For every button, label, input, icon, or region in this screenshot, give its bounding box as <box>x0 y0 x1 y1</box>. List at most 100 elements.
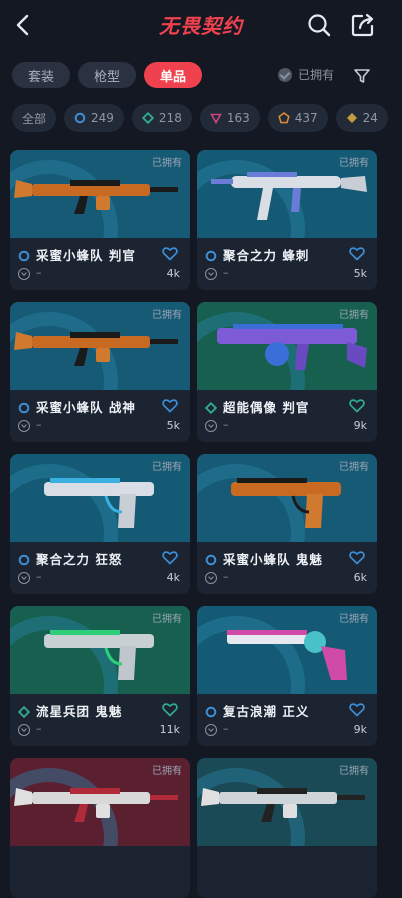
chevron-circle-icon <box>18 724 30 736</box>
chevron-circle-icon <box>205 572 217 584</box>
skin-name: 聚合之力 蜂刺 <box>223 248 310 263</box>
chevron-circle-icon <box>205 420 217 432</box>
favorite-count: 11k <box>159 723 180 736</box>
owned-filter-label: 已拥有 <box>298 68 335 82</box>
skin-variant: – <box>223 266 229 279</box>
owned-tag: 已拥有 <box>152 462 182 473</box>
favorite-count: 9k <box>353 419 367 432</box>
skin-card[interactable]: 已拥有流星兵团 鬼魅 – 11k <box>10 606 190 746</box>
tier-chip-label: 249 <box>91 111 114 125</box>
tier-filter-bar: 全部 249 218 163 437 24 <box>12 104 402 134</box>
tier-chip-all[interactable]: 全部 <box>12 104 57 132</box>
skin-card[interactable]: 已拥有聚合之力 狂怒 – 4k <box>10 454 190 594</box>
tier-chip[interactable]: 218 <box>131 104 192 132</box>
tier-chip-label: 24 <box>362 111 378 125</box>
owned-tag: 已拥有 <box>152 614 182 625</box>
top-bar: 无畏契约 <box>0 0 402 50</box>
skin-card[interactable]: 已拥有超能偶像 判官 – 9k <box>197 302 377 442</box>
skin-variant: – <box>223 570 229 583</box>
owned-tag: 已拥有 <box>339 614 369 625</box>
search-icon[interactable] <box>306 12 332 38</box>
skin-card[interactable]: 已拥有采蜜小蜂队 战神 – 5k <box>10 302 190 442</box>
tier-select-icon <box>74 112 86 124</box>
skin-info: 聚合之力 蜂刺 – 5k <box>197 238 377 290</box>
owned-tag: 已拥有 <box>339 158 369 169</box>
skin-card[interactable]: 已拥有 <box>10 758 190 898</box>
skin-info: 流星兵团 鬼魅 – 11k <box>10 694 190 746</box>
owned-tag: 已拥有 <box>152 158 182 169</box>
owned-tag: 已拥有 <box>339 462 369 473</box>
skin-info: 采蜜小蜂队 鬼魅 – 6k <box>197 542 377 594</box>
skin-info: 复古浪潮 正义 – 9k <box>197 694 377 746</box>
favorite-count: 6k <box>353 571 367 584</box>
skin-info: 聚合之力 狂怒 – 4k <box>10 542 190 594</box>
skin-info: 采蜜小蜂队 战神 – 5k <box>10 390 190 442</box>
skin-variant: – <box>36 570 42 583</box>
skin-variant: – <box>223 418 229 431</box>
skin-name: 复古浪潮 正义 <box>223 704 310 719</box>
skin-card[interactable]: 已拥有采蜜小蜂队 判官 – 4k <box>10 150 190 290</box>
tier-chip-label: 437 <box>294 111 318 125</box>
skin-card[interactable]: 已拥有复古浪潮 正义 – 9k <box>197 606 377 746</box>
heart-icon[interactable] <box>349 702 365 717</box>
skin-name: 流星兵团 鬼魅 <box>36 704 123 719</box>
tab-bundles[interactable]: 套装 <box>12 62 70 88</box>
skin-info: 超能偶像 判官 – 9k <box>197 390 377 442</box>
skin-card[interactable]: 已拥有采蜜小蜂队 鬼魅 – 6k <box>197 454 377 594</box>
skin-card[interactable]: 已拥有聚合之力 蜂刺 – 5k <box>197 150 377 290</box>
skin-name: 超能偶像 判官 <box>223 400 310 415</box>
app-title: 无畏契约 <box>159 14 243 38</box>
owned-tag: 已拥有 <box>339 310 369 321</box>
skin-info: 采蜜小蜂队 判官 – 4k <box>10 238 190 290</box>
skin-name: 采蜜小蜂队 鬼魅 <box>223 552 323 567</box>
check-circle-icon <box>278 67 292 82</box>
tier-chip-label: 163 <box>226 111 250 125</box>
skin-name: 采蜜小蜂队 判官 <box>36 248 136 263</box>
heart-icon[interactable] <box>349 398 365 413</box>
owned-tag: 已拥有 <box>152 766 182 777</box>
owned-tag: 已拥有 <box>339 766 369 777</box>
tier-select-icon <box>205 703 217 718</box>
heart-icon[interactable] <box>349 550 365 565</box>
tier-exclusive-icon <box>346 112 358 124</box>
favorite-count: 5k <box>166 419 180 432</box>
chevron-circle-icon <box>18 572 30 584</box>
tier-select-icon <box>18 551 30 566</box>
tier-chip[interactable]: 163 <box>199 104 260 132</box>
chevron-circle-icon <box>205 724 217 736</box>
favorite-count: 5k <box>353 267 367 280</box>
chevron-circle-icon <box>18 268 30 280</box>
tier-chip-label: 全部 <box>22 111 47 126</box>
chevron-circle-icon <box>18 420 30 432</box>
skin-variant: – <box>36 418 42 431</box>
favorite-count: 4k <box>166 267 180 280</box>
skin-variant: – <box>36 722 42 735</box>
tier-chip[interactable]: 437 <box>267 104 328 132</box>
heart-icon[interactable] <box>162 702 178 717</box>
filter-funnel-icon[interactable] <box>352 66 372 86</box>
category-tabs: 套装 枪型 单品 <box>12 62 202 90</box>
tier-select-icon <box>205 247 217 262</box>
tier-deluxe-icon <box>17 703 31 719</box>
tab-weapon-type[interactable]: 枪型 <box>78 62 136 88</box>
tier-ultra-icon <box>278 112 290 124</box>
skin-variant: – <box>36 266 42 279</box>
skin-card[interactable]: 已拥有 <box>197 758 377 898</box>
tab-single-items[interactable]: 单品 <box>144 62 202 88</box>
chevron-circle-icon <box>205 268 217 280</box>
heart-icon[interactable] <box>162 398 178 413</box>
tier-select-icon <box>18 247 30 262</box>
favorite-count: 9k <box>353 723 367 736</box>
heart-icon[interactable] <box>349 246 365 261</box>
skin-name: 采蜜小蜂队 战神 <box>36 400 136 415</box>
share-icon[interactable] <box>350 12 376 38</box>
heart-icon[interactable] <box>162 550 178 565</box>
tier-chip[interactable]: 24 <box>335 104 388 132</box>
tier-premium-icon <box>209 112 222 125</box>
tier-chip[interactable]: 249 <box>64 104 124 132</box>
owned-filter-toggle[interactable]: 已拥有 <box>278 66 334 83</box>
owned-tag: 已拥有 <box>152 310 182 321</box>
heart-icon[interactable] <box>162 246 178 261</box>
tier-chip-label: 218 <box>158 111 182 125</box>
tier-select-icon <box>18 399 30 414</box>
